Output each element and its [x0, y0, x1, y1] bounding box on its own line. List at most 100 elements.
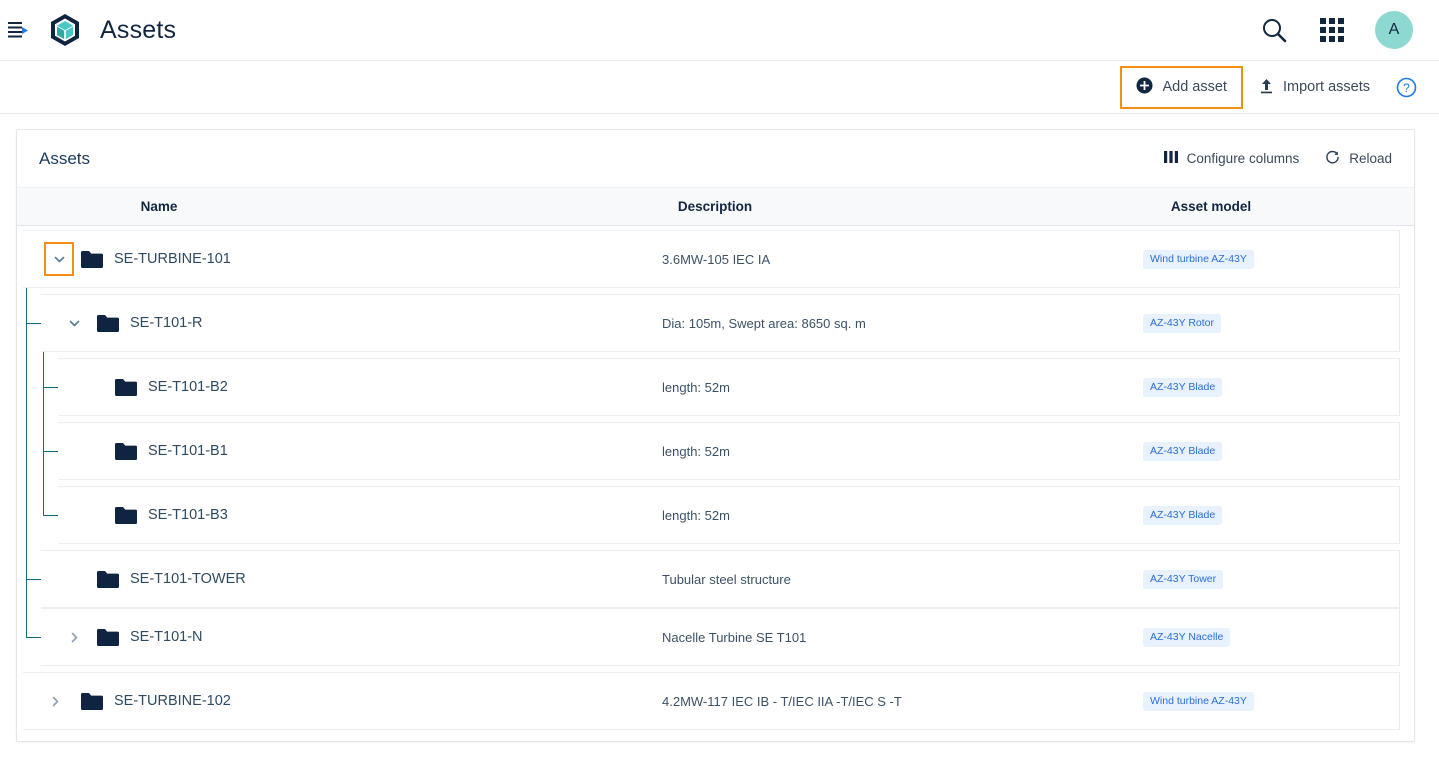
status-badge: AZ-43Y Blade: [1143, 506, 1223, 525]
folder-icon: [81, 250, 103, 268]
asset-name-cell: SE-T101-N: [97, 628, 203, 646]
asset-model-cell: Wind turbine AZ-43Y: [1143, 249, 1254, 269]
avatar-initial: A: [1388, 21, 1400, 38]
folder-icon: [97, 570, 119, 588]
asset-name-label: SE-T101-B2: [148, 379, 228, 395]
import-assets-label: Import assets: [1282, 79, 1370, 95]
asset-model-cell: AZ-43Y Blade: [1143, 505, 1223, 525]
reload-button[interactable]: Reload: [1325, 150, 1392, 168]
asset-name-label: SE-T101-N: [130, 629, 203, 645]
folder-icon: [115, 378, 137, 396]
table-row[interactable]: SE-TURBINE-101 3.6MW-105 IEC IA Wind turbi…: [23, 230, 1400, 288]
search-icon[interactable]: [1259, 15, 1289, 45]
help-circle-icon[interactable]: ?: [1396, 77, 1417, 98]
asset-name-label: SE-T101-R: [130, 315, 203, 331]
folder-icon: [81, 692, 103, 710]
configure-columns-button[interactable]: Configure columns: [1163, 151, 1300, 166]
tree-connector-line: [26, 323, 41, 324]
status-badge: AZ-43Y Blade: [1143, 378, 1223, 397]
table-row[interactable]: SE-TURBINE-102 4.2MW-117 IEC IB - T/IEC I…: [23, 672, 1400, 730]
asset-model-cell: AZ-43Y Tower: [1143, 569, 1224, 589]
svg-text:?: ?: [1403, 80, 1410, 94]
table-row[interactable]: SE-T101-TOWER Tubular steel structure AZ-4…: [41, 550, 1400, 608]
avatar[interactable]: A: [1375, 11, 1413, 49]
assets-card-header: Assets Configure columns Reload: [17, 130, 1414, 188]
chevron-right-icon[interactable]: [44, 690, 66, 712]
asset-description-cell: length: 52m: [662, 443, 730, 459]
asset-description-cell: length: 52m: [662, 379, 730, 395]
status-badge: AZ-43Y Blade: [1143, 442, 1223, 461]
table-row[interactable]: SE-T101-B2 length: 52m AZ-43Y Blade: [58, 358, 1400, 416]
status-badge: AZ-43Y Tower: [1143, 570, 1224, 589]
tree-connector-line: [26, 259, 27, 637]
apps-grid-glyph: [1320, 18, 1344, 42]
asset-description-cell: 4.2MW-117 IEC IB - T/IEC IIA -T/IEC S -T: [662, 693, 902, 709]
status-badge: AZ-43Y Rotor: [1143, 314, 1221, 333]
status-badge: Wind turbine AZ-43Y: [1143, 250, 1254, 269]
menu-expand-icon[interactable]: [6, 18, 30, 42]
table-row[interactable]: SE-T101-R Dia: 105m, Swept area: 8650 sq.…: [41, 294, 1400, 352]
asset-model-cell: AZ-43Y Blade: [1143, 441, 1223, 461]
status-badge: AZ-43Y Nacelle: [1143, 628, 1231, 647]
asset-model-cell: AZ-43Y Blade: [1143, 377, 1223, 397]
apps-grid-icon[interactable]: [1317, 15, 1347, 45]
page-title: Assets: [100, 15, 177, 44]
app-header-actions: A: [1259, 11, 1439, 49]
table-row[interactable]: SE-T101-B3 length: 52m AZ-43Y Blade: [58, 486, 1400, 544]
assets-page: Assets A Add asset Import assets ? Asset…: [0, 0, 1439, 773]
cube-hexagon-logo: [48, 13, 82, 47]
action-toolbar: Add asset Import assets ?: [0, 61, 1439, 114]
chevron-down-icon[interactable]: [44, 242, 74, 276]
chevron-down-icon[interactable]: [63, 312, 85, 334]
configure-columns-label: Configure columns: [1186, 151, 1300, 166]
asset-name-cell: SE-T101-B2: [115, 378, 228, 396]
upload-icon: [1259, 77, 1274, 98]
plus-circle-icon: [1136, 77, 1153, 98]
table-row[interactable]: SE-T101-N Nacelle Turbine SE T101 AZ-43Y N…: [41, 608, 1400, 666]
assets-tree-table: SE-TURBINE-101 3.6MW-105 IEC IA Wind turbi…: [17, 226, 1414, 741]
folder-icon: [115, 506, 137, 524]
tree-connector-line: [43, 387, 58, 388]
asset-name-label: SE-TURBINE-101: [114, 251, 231, 267]
folder-icon: [115, 442, 137, 460]
asset-name-cell: SE-T101-R: [97, 314, 203, 332]
tree-connector-line: [26, 579, 41, 580]
asset-name-cell: SE-T101-B3: [115, 506, 228, 524]
asset-description-cell: Tubular steel structure: [662, 571, 791, 587]
folder-icon: [97, 314, 119, 332]
table-header-row: Name Description Asset model: [17, 188, 1414, 226]
add-asset-button[interactable]: Add asset: [1120, 65, 1243, 109]
asset-name-label: SE-T101-TOWER: [130, 571, 246, 587]
folder-icon: [97, 628, 119, 646]
tree-connector-line: [43, 515, 58, 516]
asset-description-cell: 3.6MW-105 IEC IA: [662, 251, 771, 267]
tree-connector-line: [26, 637, 41, 638]
asset-model-cell: AZ-43Y Nacelle: [1143, 627, 1231, 647]
assets-card: Assets Configure columns Reload Name Des…: [16, 129, 1415, 742]
app-header: Assets A: [0, 0, 1439, 61]
assets-card-title: Assets: [39, 148, 91, 168]
asset-model-cell: Wind turbine AZ-43Y: [1143, 691, 1254, 711]
asset-name-cell: SE-TURBINE-101: [81, 250, 231, 268]
refresh-icon: [1325, 150, 1340, 168]
column-header-name: Name: [140, 199, 178, 214]
table-row[interactable]: SE-T101-B1 length: 52m AZ-43Y Blade: [58, 422, 1400, 480]
column-header-asset-model: Asset model: [1170, 199, 1252, 214]
chevron-right-icon[interactable]: [63, 626, 85, 648]
asset-description-cell: Dia: 105m, Swept area: 8650 sq. m: [662, 315, 866, 331]
tree-connector-line: [43, 451, 58, 452]
add-asset-label: Add asset: [1162, 79, 1227, 95]
asset-name-label: SE-T101-B3: [148, 507, 228, 523]
import-assets-button[interactable]: Import assets: [1249, 70, 1380, 105]
columns-icon: [1163, 151, 1178, 166]
reload-label: Reload: [1349, 151, 1392, 166]
asset-name-label: SE-TURBINE-102: [114, 693, 231, 709]
asset-name-cell: SE-TURBINE-102: [81, 692, 231, 710]
asset-model-cell: AZ-43Y Rotor: [1143, 313, 1221, 333]
asset-description-cell: length: 52m: [662, 507, 730, 523]
assets-card-actions: Configure columns Reload: [1163, 150, 1392, 168]
asset-name-label: SE-T101-B1: [148, 443, 228, 459]
column-header-description: Description: [677, 199, 753, 214]
asset-name-cell: SE-T101-B1: [115, 442, 228, 460]
asset-description-cell: Nacelle Turbine SE T101: [662, 629, 807, 645]
